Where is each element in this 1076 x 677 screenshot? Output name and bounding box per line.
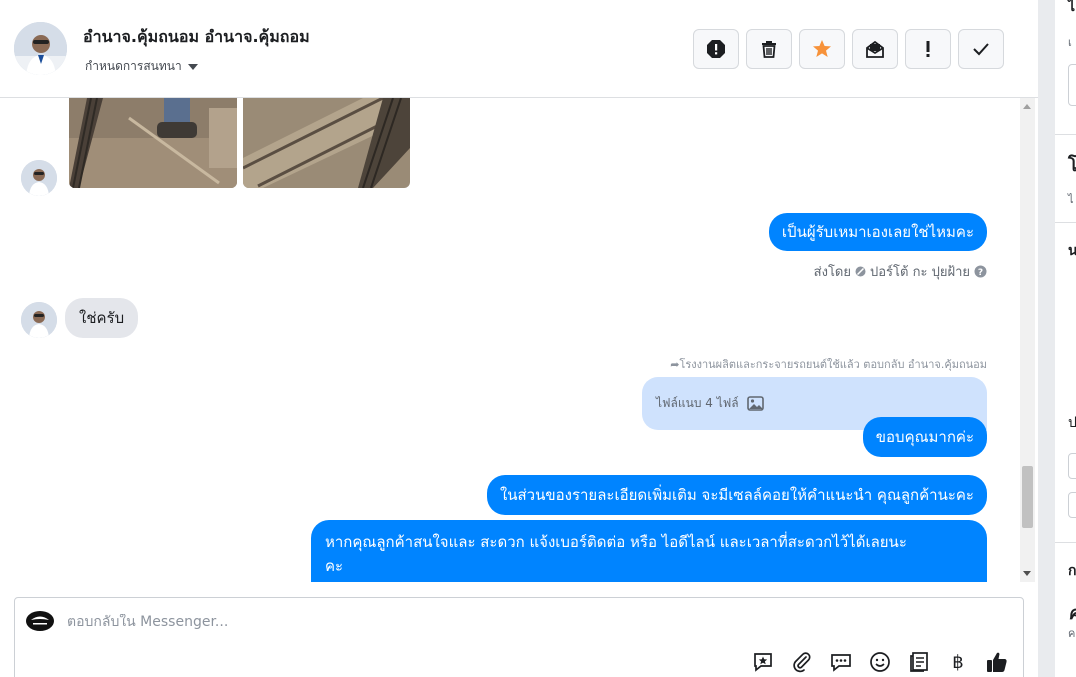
outgoing-message[interactable]: ในส่วนของรายละเอียดเพิ่มเติม จะมีเซลล์คอ… xyxy=(486,475,987,515)
contact-avatar-small[interactable] xyxy=(21,302,57,338)
side-field[interactable] xyxy=(1068,453,1076,479)
sent-by-prefix: ส่งโดย xyxy=(813,265,851,280)
reply-context: ➦โรงงานผลิตและกระจายรถยนต์ใช้แล้ว ตอบกลั… xyxy=(670,355,987,373)
no-entry-icon xyxy=(855,266,866,277)
conversation-status-dropdown[interactable]: กำหนดการสนทนา xyxy=(85,57,198,76)
side-input[interactable] xyxy=(1068,64,1076,106)
contact-info-panel: ไ เ โ ไ น ป ก ค ค xyxy=(1055,0,1076,677)
important-button[interactable] xyxy=(905,29,951,69)
reply-composer: ฿ xyxy=(14,597,1024,677)
contact-avatar-small[interactable] xyxy=(21,160,57,196)
saved-reply-icon xyxy=(754,653,772,672)
contact-avatar[interactable] xyxy=(14,22,67,75)
outgoing-message[interactable]: ขอบคุณมากค่ะ xyxy=(862,417,987,457)
conversation-header: อำนาจ.คุ้มถนอม อำนาจ.คุ้มถอม กำหนดการสนท… xyxy=(0,0,1038,98)
message-line: คะ xyxy=(325,557,344,575)
report-button[interactable] xyxy=(693,29,739,69)
star-icon xyxy=(813,40,831,57)
side-divider xyxy=(1055,222,1076,223)
side-subtext: ไ xyxy=(1068,193,1074,206)
outgoing-message[interactable]: เป็นผู้รับเหมาเองเลยใช่ไหมคะ xyxy=(768,213,987,251)
image-icon xyxy=(746,396,764,411)
conversation-status-label: กำหนดการสนทนา xyxy=(85,59,182,73)
svg-text:?: ? xyxy=(978,268,983,278)
composer-tools: ฿ xyxy=(751,650,1009,674)
page-logo xyxy=(25,610,55,632)
chat-bubbles-icon xyxy=(831,654,851,672)
side-field[interactable] xyxy=(1068,492,1076,518)
report-icon xyxy=(707,40,725,58)
side-heading: ไ xyxy=(1068,0,1076,15)
baht-icon: ฿ xyxy=(952,651,964,673)
quick-replies-button[interactable] xyxy=(829,650,853,674)
mark-unread-button[interactable] xyxy=(852,29,898,69)
emoji-icon xyxy=(870,652,890,672)
shared-photo-1[interactable] xyxy=(69,98,237,188)
payment-button[interactable]: ฿ xyxy=(946,650,970,674)
message-scrollbar[interactable] xyxy=(1020,98,1035,582)
panel-divider xyxy=(1038,0,1055,677)
star-button[interactable] xyxy=(799,29,845,69)
delete-button[interactable] xyxy=(746,29,792,69)
reply-context-text: โรงงานผลิตและกระจายรถยนต์ใช้แล้ว ตอบกลับ… xyxy=(679,358,987,371)
important-icon xyxy=(926,41,930,57)
sent-by-name: ปอร์โต้ กะ ปุยฝ้าย xyxy=(870,265,970,280)
help-icon[interactable]: ? xyxy=(974,265,987,278)
trash-icon xyxy=(762,41,776,58)
sent-by-info: ส่งโดย ปอร์โต้ กะ ปุยฝ้าย ? xyxy=(814,261,987,282)
scroll-up-arrow-icon[interactable] xyxy=(1023,104,1031,109)
side-subtext: ค xyxy=(1068,627,1076,640)
notes-icon xyxy=(910,652,928,672)
conversation-title: อำนาจ.คุ้มถนอม อำนาจ.คุ้มถอม xyxy=(83,27,310,46)
message-line: หากคุณลูกค้าสนใจและ สะดวก แจ้งเบอร์ติดต่… xyxy=(325,533,907,551)
thumbs-up-icon xyxy=(987,652,1007,672)
side-heading: ก xyxy=(1068,563,1076,579)
like-button[interactable] xyxy=(985,650,1009,674)
side-heading: โ xyxy=(1068,155,1076,176)
incoming-message[interactable]: ใช่ครับ xyxy=(65,298,139,338)
caret-down-icon xyxy=(187,63,198,70)
messenger-inbox: อำนาจ.คุ้มถนอม อำนาจ.คุ้มถอม กำหนดการสนท… xyxy=(0,0,1076,677)
attachment-label: ไฟล์แนบ 4 ไฟล์ xyxy=(656,396,739,410)
saved-reply-button[interactable] xyxy=(751,650,775,674)
notes-button[interactable] xyxy=(907,650,931,674)
side-value: ค xyxy=(1068,598,1076,627)
side-label: ป xyxy=(1068,415,1076,431)
shared-photo-2[interactable] xyxy=(243,98,410,188)
message-list: เป็นผู้รับเหมาเองเลยใช่ไหมคะ ส่งโดย ปอร์… xyxy=(0,98,1020,582)
mark-done-button[interactable] xyxy=(958,29,1004,69)
side-heading: น xyxy=(1068,243,1076,259)
emoji-button[interactable] xyxy=(868,650,892,674)
message-input[interactable] xyxy=(67,614,967,630)
side-divider xyxy=(1055,134,1076,135)
outgoing-message-multiline[interactable]: หากคุณลูกค้าสนใจและ สะดวก แจ้งเบอร์ติดต่… xyxy=(311,520,987,582)
paperclip-icon xyxy=(793,652,811,673)
done-check-icon xyxy=(973,43,989,56)
scroll-thumb[interactable] xyxy=(1022,466,1033,528)
conversation-toolbar xyxy=(693,29,1004,69)
side-subtext: เ xyxy=(1068,36,1072,49)
mark-unread-icon xyxy=(866,40,884,58)
scroll-down-arrow-icon[interactable] xyxy=(1023,571,1031,576)
side-divider xyxy=(1055,542,1076,543)
attach-file-button[interactable] xyxy=(790,650,814,674)
